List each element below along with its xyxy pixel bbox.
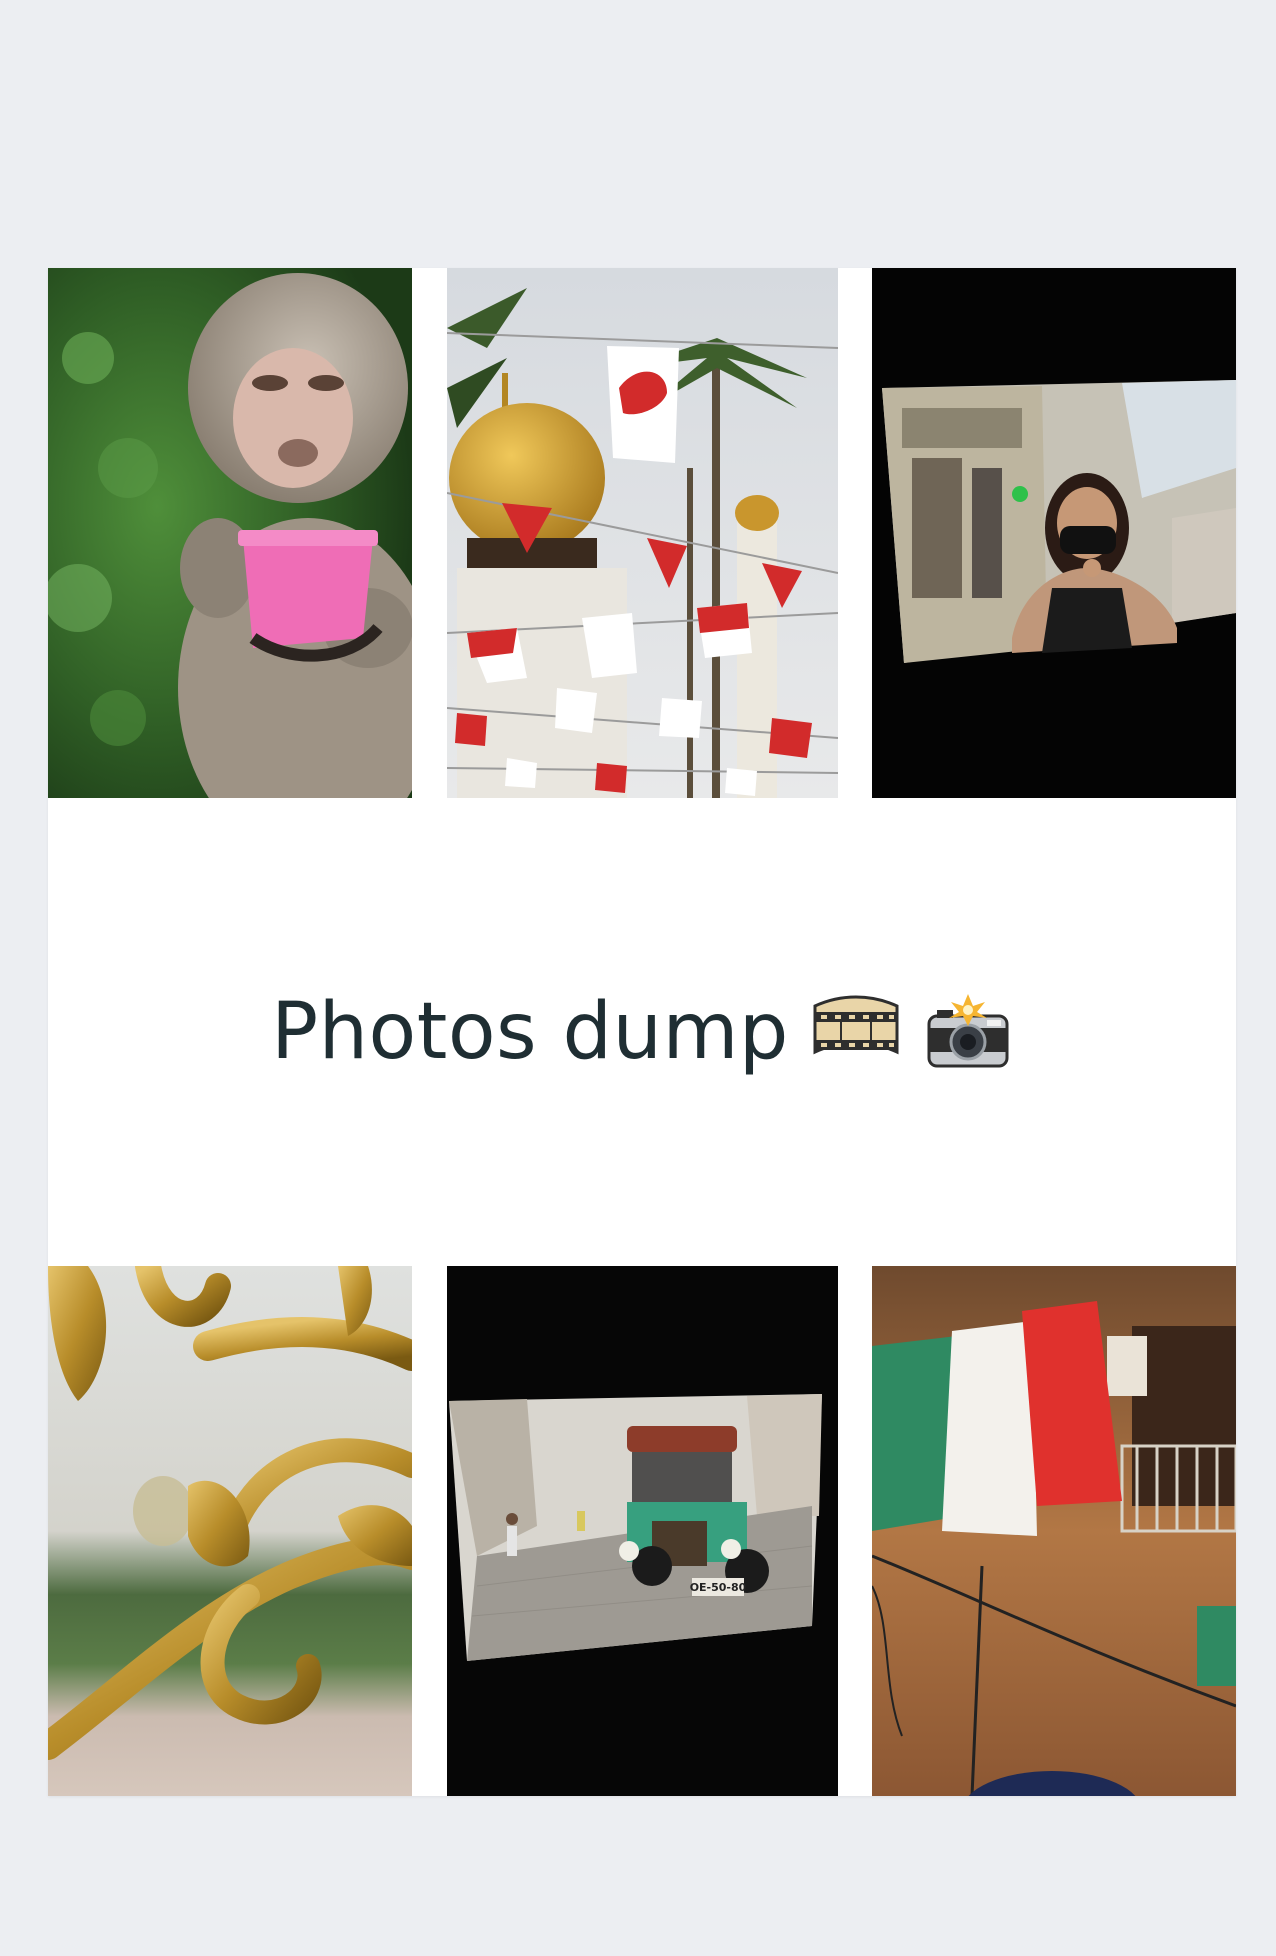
- vintage-green-car-photo[interactable]: OE-50-80: [447, 1266, 838, 1796]
- mosque-with-singapore-flags-photo[interactable]: [447, 268, 838, 798]
- post-title-text: Photos dump: [271, 987, 789, 1077]
- masked-woman-on-street-photo[interactable]: [872, 268, 1236, 798]
- golden-ornament-photo[interactable]: [48, 1266, 412, 1796]
- photo-dump-card: Photos dump OE-50-80: [48, 268, 1236, 1796]
- film-frames-icon: [811, 992, 901, 1072]
- camera-with-flash-icon: [923, 992, 1013, 1072]
- car-plate-text: OE-50-80: [690, 1581, 747, 1594]
- post-title: Photos dump: [271, 987, 1013, 1077]
- laundry-italian-colors-photo[interactable]: [872, 1266, 1236, 1796]
- post-title-area: Photos dump: [48, 798, 1236, 1266]
- monkey-with-pink-cup-photo[interactable]: [48, 268, 412, 798]
